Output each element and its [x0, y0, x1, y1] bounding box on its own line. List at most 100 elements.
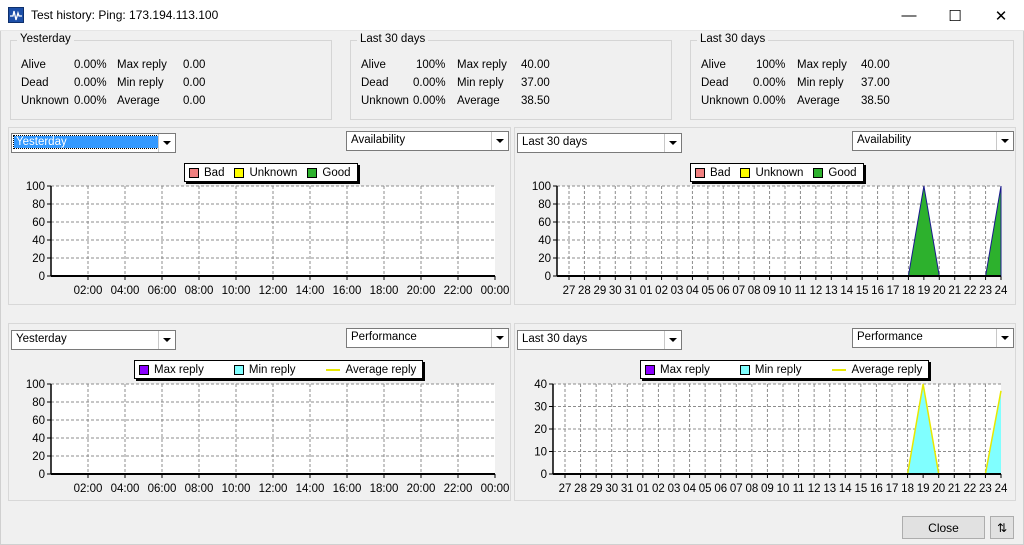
x-tick-label: 22	[964, 285, 977, 297]
maximize-button[interactable]: ☐	[932, 0, 978, 31]
x-tick-label: 23	[979, 285, 992, 297]
stat-value: 37.00	[521, 77, 550, 89]
stat-metric: Max reply	[457, 59, 507, 71]
x-tick-label: 21	[948, 285, 961, 297]
x-tick-label: 31	[624, 285, 637, 297]
x-tick-label: 03	[668, 483, 681, 495]
stat-metric: Max reply	[797, 59, 847, 71]
y-tick-label: 60	[32, 217, 45, 229]
x-tick-label: 19	[917, 285, 930, 297]
x-tick-label: 13	[823, 483, 836, 495]
x-tick-label: 20:00	[407, 285, 436, 297]
x-tick-label: 17	[887, 285, 900, 297]
x-tick-label: 01	[636, 483, 649, 495]
chart-panel-availability-yesterday: Yesterday Availability Bad Unknown Good …	[8, 127, 511, 305]
x-tick-label: 12:00	[259, 483, 288, 495]
x-tick-label: 27	[563, 285, 576, 297]
stat-label: Unknown	[361, 95, 409, 107]
x-tick-label: 22	[963, 483, 976, 495]
stat-metric: Min reply	[797, 77, 844, 89]
x-tick-label: 04	[686, 285, 699, 297]
x-tick-label: 28	[578, 285, 591, 297]
x-tick-label: 24	[995, 483, 1008, 495]
chart-panel-performance-yesterday: Yesterday Performance Max reply Min repl…	[8, 323, 511, 501]
x-tick-label: 04:00	[111, 285, 140, 297]
x-tick-label: 02	[652, 483, 665, 495]
chart-panel-availability-30days: Last 30 days Availability Bad Unknown Go…	[514, 127, 1016, 305]
x-tick-label: 18:00	[370, 285, 399, 297]
x-tick-label: 20	[933, 285, 946, 297]
y-tick-label: 0	[39, 271, 45, 283]
group-legend: Yesterday	[17, 33, 74, 45]
stat-percent: 0.00%	[753, 95, 786, 107]
group-legend: Last 30 days	[357, 33, 429, 45]
x-tick-label: 14:00	[296, 483, 325, 495]
x-tick-label: 20:00	[407, 483, 436, 495]
stats-group-30days-b: Last 30 days Alive 100% Max reply 40.00 …	[690, 33, 1014, 120]
x-tick-label: 09	[763, 285, 776, 297]
x-tick-label: 06:00	[148, 483, 177, 495]
x-tick-label: 07	[732, 285, 745, 297]
stat-value: 37.00	[861, 77, 890, 89]
x-tick-label: 07	[730, 483, 743, 495]
x-tick-label: 16:00	[333, 483, 362, 495]
stat-metric: Min reply	[117, 77, 164, 89]
y-tick-label: 40	[534, 379, 547, 391]
availability-chart-30days: 0 20 40 60 80 100 27 28 29 30 31 01 02 03 04 05 06 07 08 09…	[532, 181, 1008, 297]
x-tick-label: 06:00	[148, 285, 177, 297]
group-legend: Last 30 days	[697, 33, 769, 45]
title-bar[interactable]: Test history: Ping: 173.194.113.100 — ☐ …	[0, 0, 1024, 31]
stat-label: Alive	[701, 59, 726, 71]
window-close-button[interactable]: ✕	[978, 0, 1024, 31]
y-tick-label: 20	[534, 424, 547, 436]
x-tick-label: 04:00	[111, 483, 140, 495]
stat-value: 40.00	[861, 59, 890, 71]
x-tick-label: 05	[701, 285, 714, 297]
x-tick-label: 22:00	[444, 285, 473, 297]
x-tick-label: 21	[948, 483, 961, 495]
y-tick-label: 0	[39, 469, 45, 481]
stat-percent: 0.00%	[74, 95, 107, 107]
performance-chart-30days: 01020304027 28 29 30 31 01 02 03 04 05 06 07 08 09 10 1…	[534, 379, 1008, 495]
y-tick-label: 20	[32, 451, 45, 463]
x-tick-label: 01	[640, 285, 653, 297]
stat-value: 0.00	[183, 59, 206, 71]
availability-chart-yesterday: 0 20 40 60 80 100 02:00 04:00 06:00 08:00 10:00 12:…	[26, 181, 510, 297]
x-tick-label: 10	[779, 285, 792, 297]
x-tick-label: 02	[655, 285, 668, 297]
window-title: Test history: Ping: 173.194.113.100	[31, 8, 219, 22]
stat-percent: 100%	[416, 59, 446, 71]
x-tick-label: 23	[979, 483, 992, 495]
x-tick-label: 02:00	[74, 285, 103, 297]
stat-label: Dead	[361, 77, 389, 89]
stat-metric: Average	[457, 95, 500, 107]
minimize-button[interactable]: —	[886, 0, 932, 31]
x-tick-label: 29	[593, 285, 606, 297]
resize-toggle-button[interactable]: ⇅	[990, 516, 1014, 539]
stat-metric: Average	[797, 95, 840, 107]
x-tick-label: 12:00	[259, 285, 288, 297]
stats-group-yesterday: Yesterday Alive 0.00% Max reply 0.00 Dea…	[10, 33, 332, 120]
stat-percent: 0.00%	[74, 77, 107, 89]
stat-percent: 100%	[756, 59, 786, 71]
stat-value: 40.00	[521, 59, 550, 71]
stat-label: Dead	[701, 77, 729, 89]
x-tick-label: 20	[932, 483, 945, 495]
y-tick-label: 40	[32, 235, 45, 247]
x-tick-label: 31	[621, 483, 634, 495]
x-tick-label: 06	[717, 285, 730, 297]
x-tick-label: 19	[917, 483, 930, 495]
x-tick-label: 09	[761, 483, 774, 495]
y-tick-label: 80	[538, 199, 551, 211]
close-button[interactable]: Close	[902, 516, 985, 539]
x-tick-label: 06	[714, 483, 727, 495]
stat-label: Dead	[21, 77, 49, 89]
y-tick-label: 60	[538, 217, 551, 229]
x-tick-label: 10:00	[222, 285, 251, 297]
x-tick-label: 10	[777, 483, 790, 495]
stat-label: Alive	[361, 59, 386, 71]
stat-label: Unknown	[701, 95, 749, 107]
stat-value: 38.50	[521, 95, 550, 107]
x-tick-label: 14	[839, 483, 852, 495]
stat-metric: Max reply	[117, 59, 167, 71]
